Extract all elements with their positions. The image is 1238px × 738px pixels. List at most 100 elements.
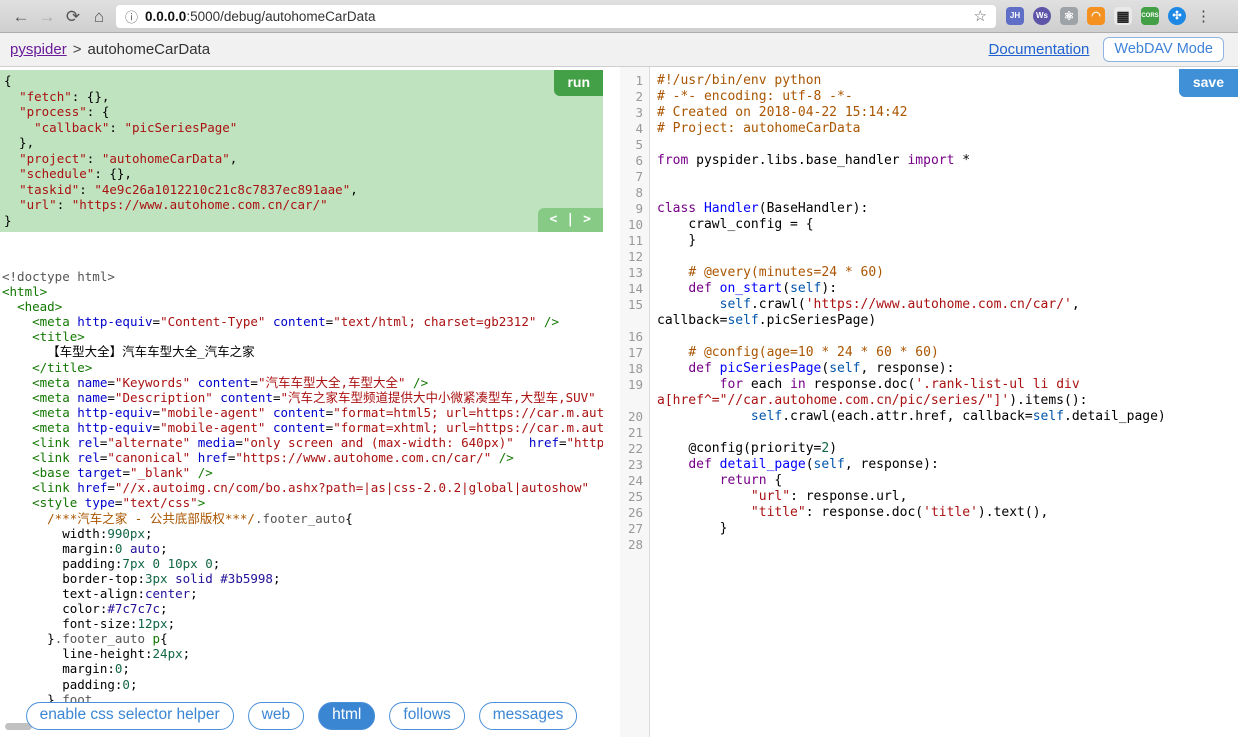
code-line: <!doctype html>	[2, 269, 115, 284]
line-number: 15	[627, 297, 643, 312]
code-line: 28	[620, 537, 1238, 553]
extension-icon-jh[interactable]: JH	[1006, 7, 1024, 25]
extension-icon-blue[interactable]: ✣	[1168, 7, 1186, 25]
code-line: "process": {	[19, 104, 110, 119]
code-line: </title>	[32, 359, 93, 375]
line-number: 7	[635, 169, 643, 184]
task-json-editor[interactable]: run < | > { "fetch": {}, "process": { "c…	[0, 70, 603, 232]
extension-icon-react[interactable]: ⚛	[1060, 7, 1078, 25]
tab-follows[interactable]: follows	[389, 702, 465, 730]
code-line: /***汽车之家 - 公共底部版权***/.footer_auto{	[47, 510, 353, 526]
line-number: 5	[635, 137, 643, 152]
code-line: 14 def on_start(self):	[620, 281, 1238, 297]
task-prev-button[interactable]: <	[550, 213, 558, 226]
breadcrumb-separator: >	[72, 41, 82, 58]
code-line: 16	[620, 329, 1238, 345]
task-pager: < | >	[537, 208, 603, 232]
info-icon[interactable]: ⓘ	[125, 7, 138, 26]
line-number: 12	[627, 249, 643, 264]
code-line: <meta http-equiv="Content-Type" content=…	[32, 314, 559, 330]
code-line: margin:0 auto;	[2, 540, 168, 556]
code-line: text-align:center;	[2, 585, 198, 601]
code-line: 4 # Project: autohomeCarData	[620, 121, 1238, 137]
code-line: 21	[620, 425, 1238, 441]
code-line: }.footer_auto p{	[2, 631, 168, 647]
code-line: <title>	[32, 329, 85, 345]
code-line: 5	[620, 137, 1238, 153]
code-line: <link href="//x.autoimg.cn/com/bo.ashx?p…	[32, 480, 590, 496]
breadcrumb-project-name: autohomeCarData	[87, 41, 211, 58]
code-line: 11 }	[620, 233, 1238, 249]
line-number: 20	[627, 409, 643, 424]
line-number: 1	[635, 73, 643, 88]
forward-icon[interactable]: →	[34, 8, 60, 25]
tab-web[interactable]: web	[247, 702, 305, 730]
enable-css-selector-helper-button[interactable]: enable css selector helper	[25, 702, 234, 730]
line-number: 18	[627, 361, 643, 376]
main-content: run < | > { "fetch": {}, "process": { "c…	[0, 67, 1238, 737]
run-button[interactable]: run	[554, 70, 603, 96]
extension-icon-qr[interactable]: ▦	[1114, 7, 1132, 25]
code-line: <meta name="Keywords" content="汽车车型大全,车型…	[32, 374, 429, 390]
bookmark-star-icon[interactable]: ☆	[974, 7, 987, 25]
line-number: 6	[635, 153, 643, 168]
browser-toolbar: ← → ⟳ ⌂ ⓘ 0.0.0.0:5000/debug/autohomeCar…	[0, 0, 1238, 33]
tab-messages[interactable]: messages	[478, 702, 578, 730]
line-number: 26	[627, 505, 643, 520]
code-line: 22 @config(priority=2)	[620, 441, 1238, 457]
tab-html[interactable]: html	[318, 702, 376, 730]
code-line: 26 "title": response.doc('title').text()…	[620, 505, 1238, 521]
code-line: 3 # Created on 2018-04-22 15:14:42	[620, 105, 1238, 121]
line-number: 9	[635, 201, 643, 216]
extension-icon-ws[interactable]: Ws	[1033, 7, 1051, 25]
extension-icon-dots[interactable]: ◠	[1087, 7, 1105, 25]
webdav-mode-button[interactable]: WebDAV Mode	[1103, 37, 1224, 62]
code-line: 18 def picSeriesPage(self, response):	[620, 361, 1238, 377]
reload-icon[interactable]: ⟳	[60, 8, 86, 25]
save-button[interactable]: save	[1178, 69, 1238, 97]
code-line: "fetch": {},	[19, 88, 110, 104]
left-panel: run < | > { "fetch": {}, "process": { "c…	[0, 67, 603, 737]
breadcrumb-pyspider-link[interactable]: pyspider	[10, 41, 67, 58]
line-number: 8	[635, 185, 643, 200]
task-next-button[interactable]: >	[583, 213, 591, 226]
line-number: 22	[627, 441, 643, 456]
documentation-link[interactable]: Documentation	[989, 41, 1090, 58]
python-code-editor[interactable]: 1 #!/usr/bin/env python 2 # -*- encoding: u…	[620, 67, 1238, 553]
code-line: padding:7px 0 10px 0;	[2, 555, 221, 571]
back-icon[interactable]: ←	[8, 8, 34, 25]
extension-icon-cors[interactable]: CORS	[1141, 7, 1159, 25]
code-line: 8	[620, 185, 1238, 201]
code-line: 13 # @every(minutes=24 * 60)	[620, 265, 1238, 281]
url-text: 0.0.0.0:5000/debug/autohomeCarData	[145, 9, 375, 24]
code-line: <meta name="Description" content="汽车之家车型…	[32, 389, 596, 405]
app-header: pyspider > autohomeCarData Documentation W…	[0, 33, 1238, 67]
code-line: color:#7c7c7c;	[2, 601, 168, 617]
code-line: "schedule": {},	[19, 166, 132, 181]
line-number: 2	[635, 89, 643, 104]
code-line: 2 # -*- encoding: utf-8 -*-	[620, 89, 1238, 105]
url-bar[interactable]: ⓘ 0.0.0.0:5000/debug/autohomeCarData ☆	[116, 4, 996, 28]
code-line: <link rel="alternate" media="only screen…	[32, 435, 603, 451]
code-line: <meta http-equiv="mobile-agent" content=…	[32, 404, 603, 420]
home-icon[interactable]: ⌂	[86, 8, 112, 25]
html-source-view[interactable]: <!doctype html> <html> <head> <meta http-…	[0, 269, 603, 707]
line-number: 4	[635, 121, 643, 136]
code-line: 24 return {	[620, 473, 1238, 489]
task-pager-separator: |	[566, 212, 575, 227]
line-number: 16	[627, 329, 643, 344]
line-number: 13	[627, 265, 643, 280]
breadcrumb: pyspider > autohomeCarData	[10, 41, 210, 58]
line-number: 14	[627, 281, 643, 296]
code-line: 7	[620, 169, 1238, 185]
extension-icons: JH Ws ⚛ ◠ ▦ CORS ✣	[1006, 7, 1186, 25]
code-line: margin:0;	[2, 661, 130, 677]
code-line: <style type="text/css">	[32, 495, 206, 511]
code-line: padding:0;	[2, 676, 138, 692]
code-line: 10 crawl_config = {	[620, 217, 1238, 233]
code-line: }	[4, 212, 12, 228]
code-line: },	[4, 135, 35, 150]
line-number: 3	[635, 105, 643, 120]
browser-menu-icon[interactable]: ⋮	[1196, 7, 1211, 25]
code-line: 19 for each in response.doc('.rank-list-…	[620, 377, 1238, 409]
